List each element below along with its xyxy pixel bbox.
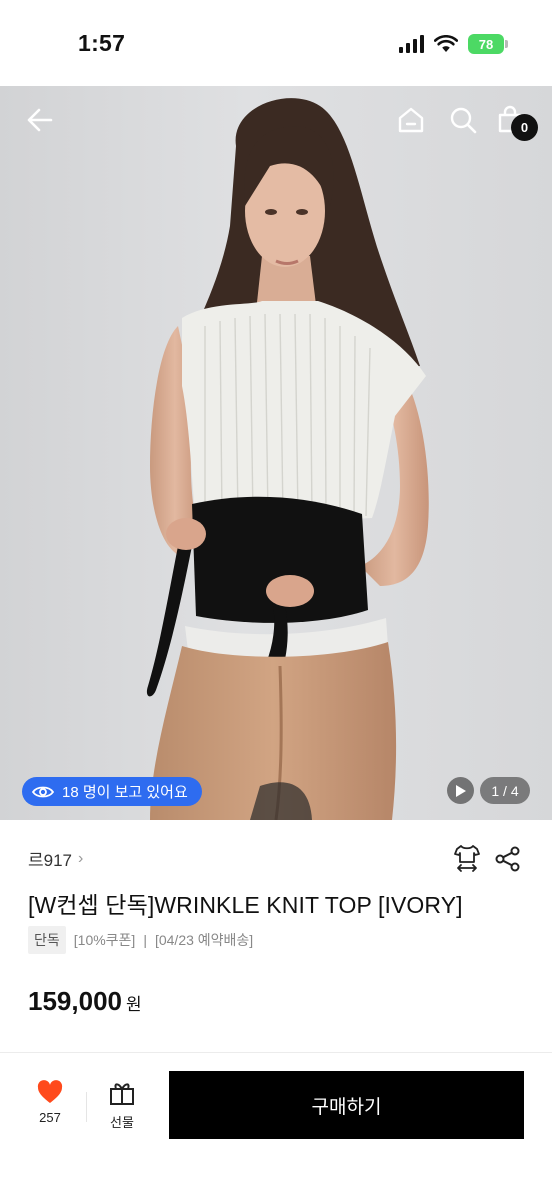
arrow-left-icon xyxy=(27,108,53,132)
cellular-signal-icon xyxy=(399,35,424,53)
size-guide-icon[interactable] xyxy=(452,843,482,873)
buy-button[interactable]: 구매하기 xyxy=(169,1071,524,1139)
product-photo xyxy=(146,98,429,820)
status-bar: 1:57 78 xyxy=(0,0,552,86)
gift-button[interactable]: 선물 xyxy=(98,1080,146,1136)
heart-icon xyxy=(37,1080,63,1103)
search-button[interactable] xyxy=(445,102,481,138)
separator xyxy=(86,1092,87,1122)
like-count: 257 xyxy=(39,1110,61,1125)
brand-name: 르917 xyxy=(28,851,73,870)
like-button[interactable]: 257 xyxy=(26,1080,74,1136)
price-unit: 원 xyxy=(125,995,142,1014)
back-button[interactable] xyxy=(22,102,58,138)
eye-icon xyxy=(32,786,54,797)
home-icon xyxy=(398,107,424,133)
product-tags: 단독 [10%쿠폰] | [04/23 예약배송] xyxy=(28,926,253,954)
image-page-indicator: 1 / 4 xyxy=(480,777,530,804)
tag-shipping: [04/23 예약배송] xyxy=(154,932,254,948)
product-title: [W컨셉 단독]WRINKLE KNIT TOP [IVORY] xyxy=(28,892,463,918)
play-icon xyxy=(455,784,466,797)
tag-exclusive: 단독 xyxy=(28,926,66,954)
battery-level: 78 xyxy=(478,36,494,52)
product-image-carousel[interactable] xyxy=(0,86,552,820)
divider xyxy=(0,1052,552,1053)
product-price: 159,000 원 xyxy=(28,986,142,1017)
share-icon[interactable] xyxy=(494,845,522,873)
brand-link[interactable]: 르917 › xyxy=(28,846,83,871)
viewers-badge: 18 명이 보고 있어요 xyxy=(22,777,202,806)
wifi-icon xyxy=(434,35,458,52)
home-button[interactable] xyxy=(393,102,429,138)
price-value: 159,000 xyxy=(28,986,122,1016)
status-time: 1:57 xyxy=(78,30,126,56)
play-slideshow-button[interactable] xyxy=(447,777,474,804)
search-icon xyxy=(450,107,477,134)
battery-icon: 78 xyxy=(468,34,508,54)
status-icons: 78 xyxy=(399,34,508,54)
cart-count-badge: 0 xyxy=(511,114,538,141)
viewers-text: 18 명이 보고 있어요 xyxy=(62,784,188,801)
tag-coupon: [10%쿠폰] xyxy=(73,932,136,948)
gift-icon xyxy=(110,1083,134,1105)
gift-label: 선물 xyxy=(110,1115,134,1130)
tag-separator: | xyxy=(143,932,147,948)
chevron-right-icon: › xyxy=(78,849,84,867)
